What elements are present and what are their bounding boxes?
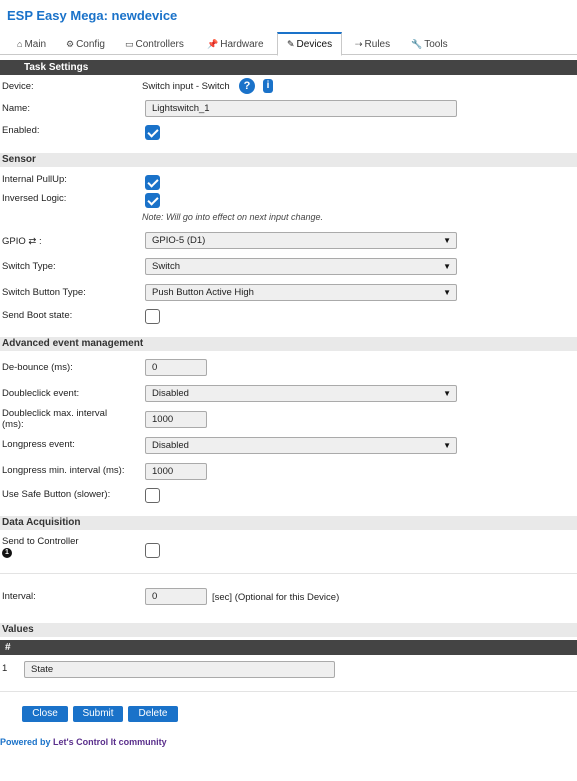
tab-config[interactable]: ⚙ Config: [66, 32, 105, 55]
tab-tools[interactable]: 🔧 Tools: [411, 32, 448, 55]
dropdown-arrow-icon: ▼: [443, 288, 451, 297]
divider: [0, 691, 577, 692]
values-header: Values: [0, 623, 577, 637]
tab-main[interactable]: ⌂ Main: [17, 32, 46, 55]
delete-button[interactable]: Delete: [128, 706, 178, 722]
longpress-label: Longpress event:: [2, 439, 75, 450]
pin-icon: 📌: [207, 39, 219, 49]
app-title: ESP Easy Mega: newdevice: [7, 8, 178, 23]
dblclick-interval-input[interactable]: 1000: [145, 411, 207, 428]
tab-rules[interactable]: ⇢ Rules: [355, 32, 390, 55]
arrow-right-icon: ⇢: [355, 39, 363, 49]
dropdown-arrow-icon: ▼: [443, 441, 451, 450]
dropdown-arrow-icon: ▼: [443, 262, 451, 271]
button-type-label: Switch Button Type:: [2, 287, 86, 298]
enabled-label: Enabled:: [2, 125, 40, 136]
dropdown-arrow-icon: ▼: [443, 236, 451, 245]
longpress-select[interactable]: Disabled ▼: [145, 437, 457, 454]
tab-bar: ⌂ Main ⚙ Config ▭ Controllers 📌 Hardware ✎ De…: [0, 32, 577, 56]
sensor-header: Sensor: [0, 153, 577, 167]
divider: [0, 573, 577, 574]
longpress-interval-label: Longpress min. interval (ms):: [2, 465, 125, 476]
debounce-input[interactable]: 0: [145, 359, 207, 376]
switch-type-select[interactable]: Switch ▼: [145, 258, 457, 275]
boot-state-label: Send Boot state:: [2, 310, 73, 321]
longpress-interval-input[interactable]: 1000: [145, 463, 207, 480]
send-controller-checkbox[interactable]: [145, 543, 160, 558]
home-icon: ⌂: [17, 39, 23, 49]
name-input[interactable]: Lightswitch_1: [145, 100, 457, 117]
advanced-header: Advanced event management: [0, 337, 577, 351]
submit-button[interactable]: Submit: [73, 706, 123, 722]
switch-type-label: Switch Type:: [2, 261, 56, 272]
enabled-checkbox[interactable]: [145, 125, 160, 140]
inversed-checkbox[interactable]: [145, 193, 160, 208]
gpio-label: GPIO ⇄ :: [2, 236, 42, 247]
name-label: Name:: [2, 103, 30, 114]
inversed-label: Inversed Logic:: [2, 193, 67, 204]
interval-label: Interval:: [2, 591, 36, 602]
gear-icon: ⚙: [66, 39, 75, 49]
pullup-label: Internal PullUp:: [2, 174, 67, 185]
controller-number-badge: 1: [2, 548, 12, 558]
footer: Powered by Let's Control It community: [0, 737, 167, 747]
interval-suffix: [sec] (Optional for this Device): [212, 592, 340, 603]
pencil-icon: ✎: [287, 39, 295, 49]
device-value: Switch input - Switch: [142, 81, 230, 92]
tab-devices[interactable]: ✎ Devices: [277, 32, 343, 56]
dblclick-interval-label: Doubleclick max. interval (ms):: [2, 408, 108, 430]
sensor-note: Note: Will go into effect on next input …: [142, 212, 324, 222]
interval-input[interactable]: 0: [145, 588, 207, 605]
close-button[interactable]: Close: [22, 706, 68, 722]
safe-button-label: Use Safe Button (slower):: [2, 489, 111, 500]
debounce-label: De-bounce (ms):: [2, 362, 73, 373]
pullup-checkbox[interactable]: [145, 175, 160, 190]
tab-controllers[interactable]: ▭ Controllers: [125, 32, 184, 55]
value-name-input[interactable]: State: [24, 661, 335, 678]
wrench-icon: 🔧: [411, 39, 423, 49]
button-type-select[interactable]: Push Button Active High ▼: [145, 284, 457, 301]
controller-icon: ▭: [125, 39, 134, 49]
help-icon[interactable]: ?: [239, 78, 255, 94]
device-label: Device:: [2, 81, 34, 92]
community-link[interactable]: Let's Control It community: [53, 737, 167, 747]
values-column-header: #: [0, 640, 577, 655]
task-settings-header: Task Settings: [0, 60, 577, 75]
dblclick-select[interactable]: Disabled ▼: [145, 385, 457, 402]
dropdown-arrow-icon: ▼: [443, 389, 451, 398]
dblclick-label: Doubleclick event:: [2, 388, 80, 399]
info-icon[interactable]: i: [263, 79, 273, 93]
send-controller-label: Send to Controller: [2, 536, 79, 547]
data-acquisition-header: Data Acquisition: [0, 516, 577, 530]
tab-hardware[interactable]: 📌 Hardware: [207, 32, 264, 55]
safe-button-checkbox[interactable]: [145, 488, 160, 503]
boot-state-checkbox[interactable]: [145, 309, 160, 324]
value-row-index: 1: [2, 663, 8, 674]
gpio-select[interactable]: GPIO-5 (D1) ▼: [145, 232, 457, 249]
